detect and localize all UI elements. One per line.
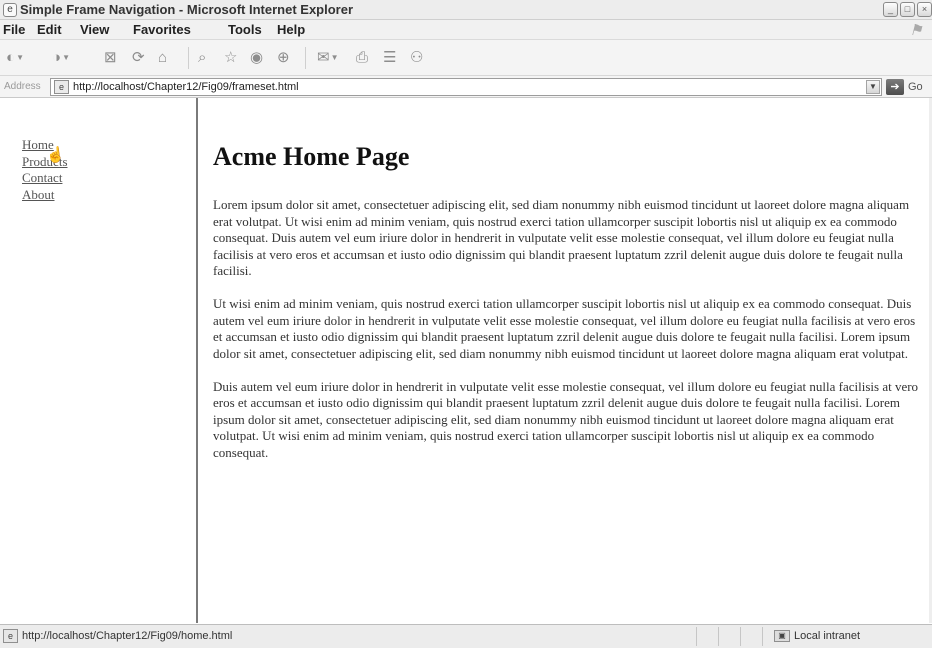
toolbar-separator [305, 47, 306, 69]
mail-icon[interactable]: ✉▼ [317, 49, 339, 67]
home-icon[interactable]: ⌂ [158, 49, 167, 67]
close-button[interactable]: × [917, 2, 932, 17]
title-bar[interactable]: e Simple Frame Navigation - Microsoft In… [0, 0, 932, 20]
address-label: Address [4, 81, 41, 92]
content-body: Lorem ipsum dolor sit amet, consectetuer… [213, 197, 927, 478]
menu-edit[interactable]: Edit [37, 22, 62, 37]
toolbar-separator [188, 47, 189, 69]
menu-help[interactable]: Help [277, 22, 305, 37]
menu-view[interactable]: View [80, 22, 109, 37]
nav-link-about[interactable]: About [22, 187, 68, 204]
page-title: Acme Home Page [213, 142, 410, 171]
stop-icon[interactable]: ⊠ [104, 49, 117, 67]
navigation-frame: Home Products Contact About ☝ [0, 98, 198, 623]
menu-file[interactable]: File [3, 22, 25, 37]
discuss-icon[interactable]: ⚇ [410, 49, 423, 67]
window-title: Simple Frame Navigation - Microsoft Inte… [20, 2, 354, 17]
address-input[interactable]: e http://localhost/Chapter12/Fig09/frame… [50, 78, 882, 96]
address-url[interactable]: http://localhost/Chapter12/Fig09/framese… [73, 81, 299, 93]
windows-logo-icon: ⚑ [909, 22, 923, 39]
paragraph: Lorem ipsum dolor sit amet, consectetuer… [213, 197, 910, 278]
forward-icon[interactable]: ◑▼ [52, 49, 70, 67]
history-icon[interactable]: ⊕ [277, 49, 290, 67]
address-dropdown-icon[interactable]: ▼ [866, 80, 880, 94]
status-divider [696, 627, 697, 646]
status-bar: e http://localhost/Chapter12/Fig09/home.… [0, 624, 932, 648]
ie-icon[interactable]: e [3, 3, 17, 17]
media-icon[interactable]: ◉ [250, 49, 263, 67]
paragraph: Duis autem vel eum iriure dolor in hendr… [213, 378, 919, 460]
menu-bar: File Edit View Favorites Tools Help ⚑ [0, 20, 932, 40]
window-controls: _ □ × [883, 2, 932, 17]
content-frame: Acme Home Page Lorem ipsum dolor sit ame… [200, 98, 932, 623]
menu-favorites[interactable]: Favorites [133, 22, 191, 37]
menu-tools[interactable]: Tools [228, 22, 262, 37]
page-icon: e [54, 80, 69, 94]
hand-cursor-icon: ☝ [45, 146, 66, 165]
minimize-button[interactable]: _ [883, 2, 898, 17]
standard-toolbar: ◐▼ ◑▼ ⊠ ⟳ ⌂ ⌕ ☆ ◉ ⊕ ✉▼ ⎙ ☰ ⚇ [0, 40, 932, 76]
go-button-label[interactable]: Go [908, 81, 923, 93]
favorites-icon[interactable]: ☆ [224, 49, 237, 67]
page-icon: e [3, 629, 18, 643]
address-bar: Address e http://localhost/Chapter12/Fig… [0, 76, 932, 98]
intranet-zone-icon: ▣ [774, 630, 790, 642]
status-url: http://localhost/Chapter12/Fig09/home.ht… [22, 630, 233, 642]
search-icon[interactable]: ⌕ [198, 49, 206, 67]
back-icon[interactable]: ◐▼ [6, 49, 24, 67]
security-zone: Local intranet [794, 630, 861, 642]
frameset: Home Products Contact About ☝ Acme Home … [0, 98, 932, 623]
status-divider [762, 627, 763, 646]
refresh-icon[interactable]: ⟳ [132, 49, 145, 67]
paragraph: Ut wisi enim ad minim veniam, quis nostr… [213, 296, 916, 361]
edit-icon[interactable]: ☰ [383, 49, 396, 67]
go-arrow-icon[interactable]: ➔ [886, 79, 904, 95]
status-divider [740, 627, 741, 646]
status-divider [718, 627, 719, 646]
print-icon[interactable]: ⎙ [356, 49, 368, 67]
maximize-button[interactable]: □ [900, 2, 915, 17]
nav-link-contact[interactable]: Contact [22, 170, 68, 187]
